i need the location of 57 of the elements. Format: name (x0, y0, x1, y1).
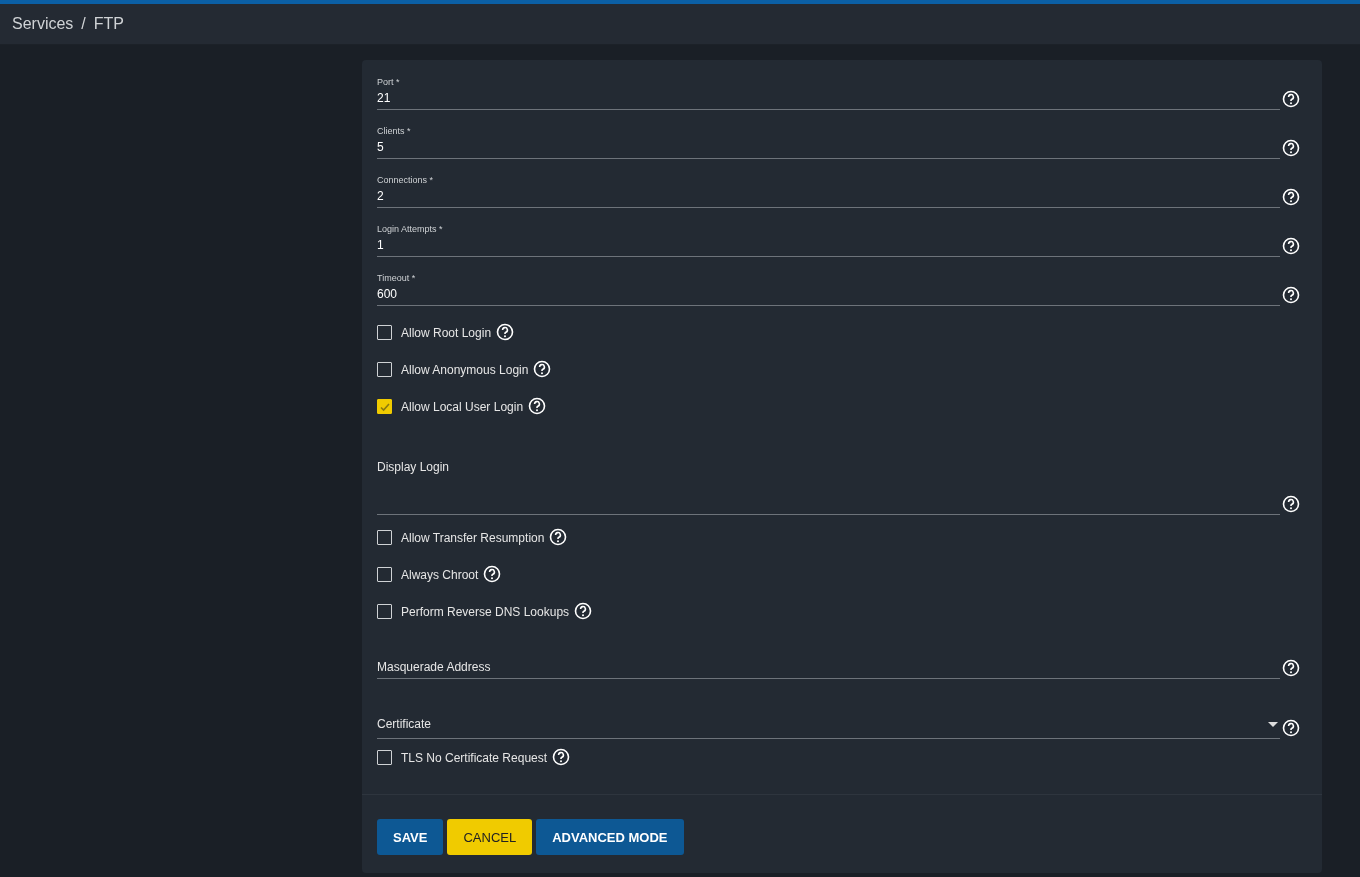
help-icon[interactable] (528, 396, 547, 415)
text-field[interactable]: Clients * 5 (377, 126, 1280, 159)
field-value: 5 (377, 140, 385, 154)
breadcrumb-separator: / (81, 15, 86, 33)
action-button[interactable]: SAVE (377, 819, 444, 855)
checkbox[interactable] (377, 362, 392, 377)
field-label: Certificate (377, 717, 432, 731)
help-icon[interactable] (552, 747, 571, 766)
help-icon[interactable] (574, 601, 593, 620)
help-icon[interactable] (483, 564, 502, 583)
checkbox-label[interactable]: Allow Local User Login (401, 399, 524, 414)
checkbox-label[interactable]: Allow Anonymous Login (401, 362, 529, 377)
field-label: Display Login (377, 460, 451, 474)
select-field[interactable]: Certificate (377, 717, 1280, 739)
text-field[interactable]: Connections * 2 (377, 175, 1280, 208)
caret-icon (1268, 721, 1278, 727)
textarea-field[interactable]: Display Login (377, 460, 1280, 515)
text-field[interactable]: Timeout * 600 (377, 273, 1280, 306)
checkbox[interactable] (377, 750, 392, 765)
help-icon[interactable] (533, 359, 552, 378)
checkbox[interactable] (377, 530, 392, 545)
action-button[interactable]: ADVANCED MODE (536, 819, 684, 855)
breadcrumb-link[interactable]: FTP (93, 15, 125, 33)
help-icon[interactable] (496, 322, 515, 341)
field-value: 21 (377, 91, 392, 105)
checkbox[interactable] (377, 399, 392, 414)
field-value: 2 (377, 189, 385, 203)
checkbox-label[interactable]: Perform Reverse DNS Lookups (401, 604, 570, 619)
help-icon[interactable] (549, 527, 568, 546)
checkbox-label[interactable]: Allow Root Login (401, 325, 492, 340)
help-icon[interactable] (1282, 188, 1300, 206)
field-label: Clients * (377, 126, 412, 136)
action-button[interactable]: CANCEL (447, 819, 533, 855)
help-icon[interactable] (1282, 139, 1300, 157)
checkbox-label[interactable]: Allow Transfer Resumption (401, 530, 545, 545)
checkbox[interactable] (377, 604, 392, 619)
field-value: 600 (377, 287, 399, 301)
breadcrumb-link[interactable]: Services (12, 15, 74, 33)
text-field[interactable]: Port * 21 (377, 77, 1280, 110)
help-icon[interactable] (1282, 237, 1300, 255)
field-value: 1 (377, 238, 385, 252)
checkbox-label[interactable]: Always Chroot (401, 567, 479, 582)
checkbox[interactable] (377, 567, 392, 582)
help-icon[interactable] (1282, 719, 1300, 737)
field-label: Login Attempts * (377, 224, 444, 234)
field-label: Masquerade Address (377, 660, 492, 674)
help-icon[interactable] (1282, 286, 1300, 304)
field-label: Timeout * (377, 273, 417, 283)
text-field[interactable]: Masquerade Address (377, 660, 1280, 679)
text-field[interactable]: Login Attempts * 1 (377, 224, 1280, 257)
field-label: Connections * (377, 175, 435, 185)
field-label: Port * (377, 77, 401, 87)
help-icon[interactable] (1282, 495, 1300, 513)
help-icon[interactable] (1282, 659, 1300, 677)
checkbox-label[interactable]: TLS No Certificate Request (401, 750, 548, 765)
checkbox[interactable] (377, 325, 392, 340)
help-icon[interactable] (1282, 90, 1300, 108)
